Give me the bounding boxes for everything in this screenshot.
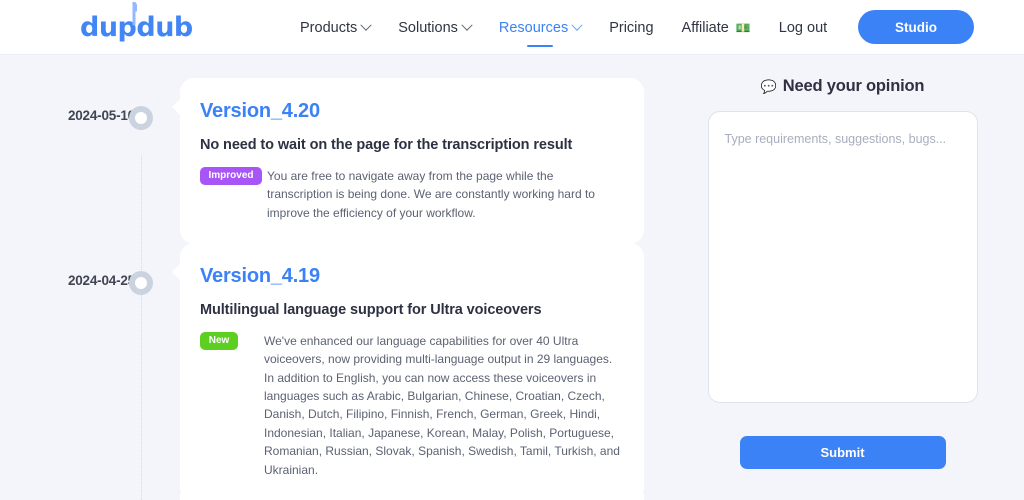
nav-item-products[interactable]: Products	[300, 0, 370, 55]
release-description: You are free to navigate away from the p…	[267, 167, 620, 222]
site-header: dupdub Products Solutions Resources Pric…	[0, 0, 1024, 55]
feedback-title-text: Need your opinion	[783, 77, 924, 96]
nav-label: Products	[300, 20, 357, 36]
card-notch	[172, 263, 181, 281]
nav-label: Solutions	[398, 20, 458, 36]
timeline-date: 2024-05-10	[35, 108, 135, 123]
nav-item-log-out[interactable]: Log out	[779, 0, 827, 55]
studio-button[interactable]: Studio	[858, 10, 974, 44]
timeline-dot	[129, 106, 153, 130]
version-title: Version_4.20	[200, 100, 620, 123]
nav-label: Resources	[499, 20, 568, 36]
release-description: We've enhanced our language capabilities…	[264, 332, 620, 479]
submit-button[interactable]: Submit	[740, 436, 946, 469]
release-body: Improved You are free to navigate away f…	[200, 167, 620, 222]
card-notch	[172, 98, 181, 116]
feedback-input[interactable]	[708, 111, 978, 403]
main-nav: Products Solutions Resources Pricing Aff…	[300, 0, 827, 55]
nav-item-resources[interactable]: Resources	[499, 0, 581, 55]
release-body: New We've enhanced our language capabili…	[200, 332, 620, 479]
timeline-dot	[129, 271, 153, 295]
version-title: Version_4.19	[200, 265, 620, 288]
speech-bubble-icon: 💬	[761, 80, 777, 93]
active-tab-indicator	[527, 45, 553, 48]
release-card-partial[interactable]	[180, 483, 644, 500]
main-content: 2024-05-10 Version_4.20 No need to wait …	[0, 55, 1024, 500]
release-headline: No need to wait on the page for the tran…	[200, 137, 620, 153]
nav-label: Log out	[779, 20, 827, 36]
timeline-line	[141, 155, 142, 500]
chevron-down-icon	[461, 19, 472, 30]
nav-label: Pricing	[609, 20, 653, 36]
status-badge: New	[200, 332, 238, 350]
nav-item-pricing[interactable]: Pricing	[609, 0, 653, 55]
timeline-date: 2024-04-25	[35, 273, 135, 288]
status-badge: Improved	[200, 167, 262, 185]
nav-label: Affiliate	[682, 20, 729, 36]
release-headline: Multilingual language support for Ultra …	[200, 302, 620, 318]
release-card[interactable]: Version_4.20 No need to wait on the page…	[180, 78, 644, 244]
feedback-panel: 💬 Need your opinion Submit	[690, 77, 995, 469]
music-note-icon	[123, 2, 137, 34]
nav-item-affiliate[interactable]: Affiliate 💵	[682, 0, 751, 55]
chevron-down-icon	[572, 19, 583, 30]
feedback-title: 💬 Need your opinion	[690, 77, 995, 96]
nav-item-solutions[interactable]: Solutions	[398, 0, 471, 55]
logo[interactable]: dupdub	[80, 10, 193, 44]
chevron-down-icon	[361, 19, 372, 30]
release-card[interactable]: Version_4.19 Multilingual language suppo…	[180, 243, 644, 500]
money-icon: 💵	[736, 22, 751, 34]
